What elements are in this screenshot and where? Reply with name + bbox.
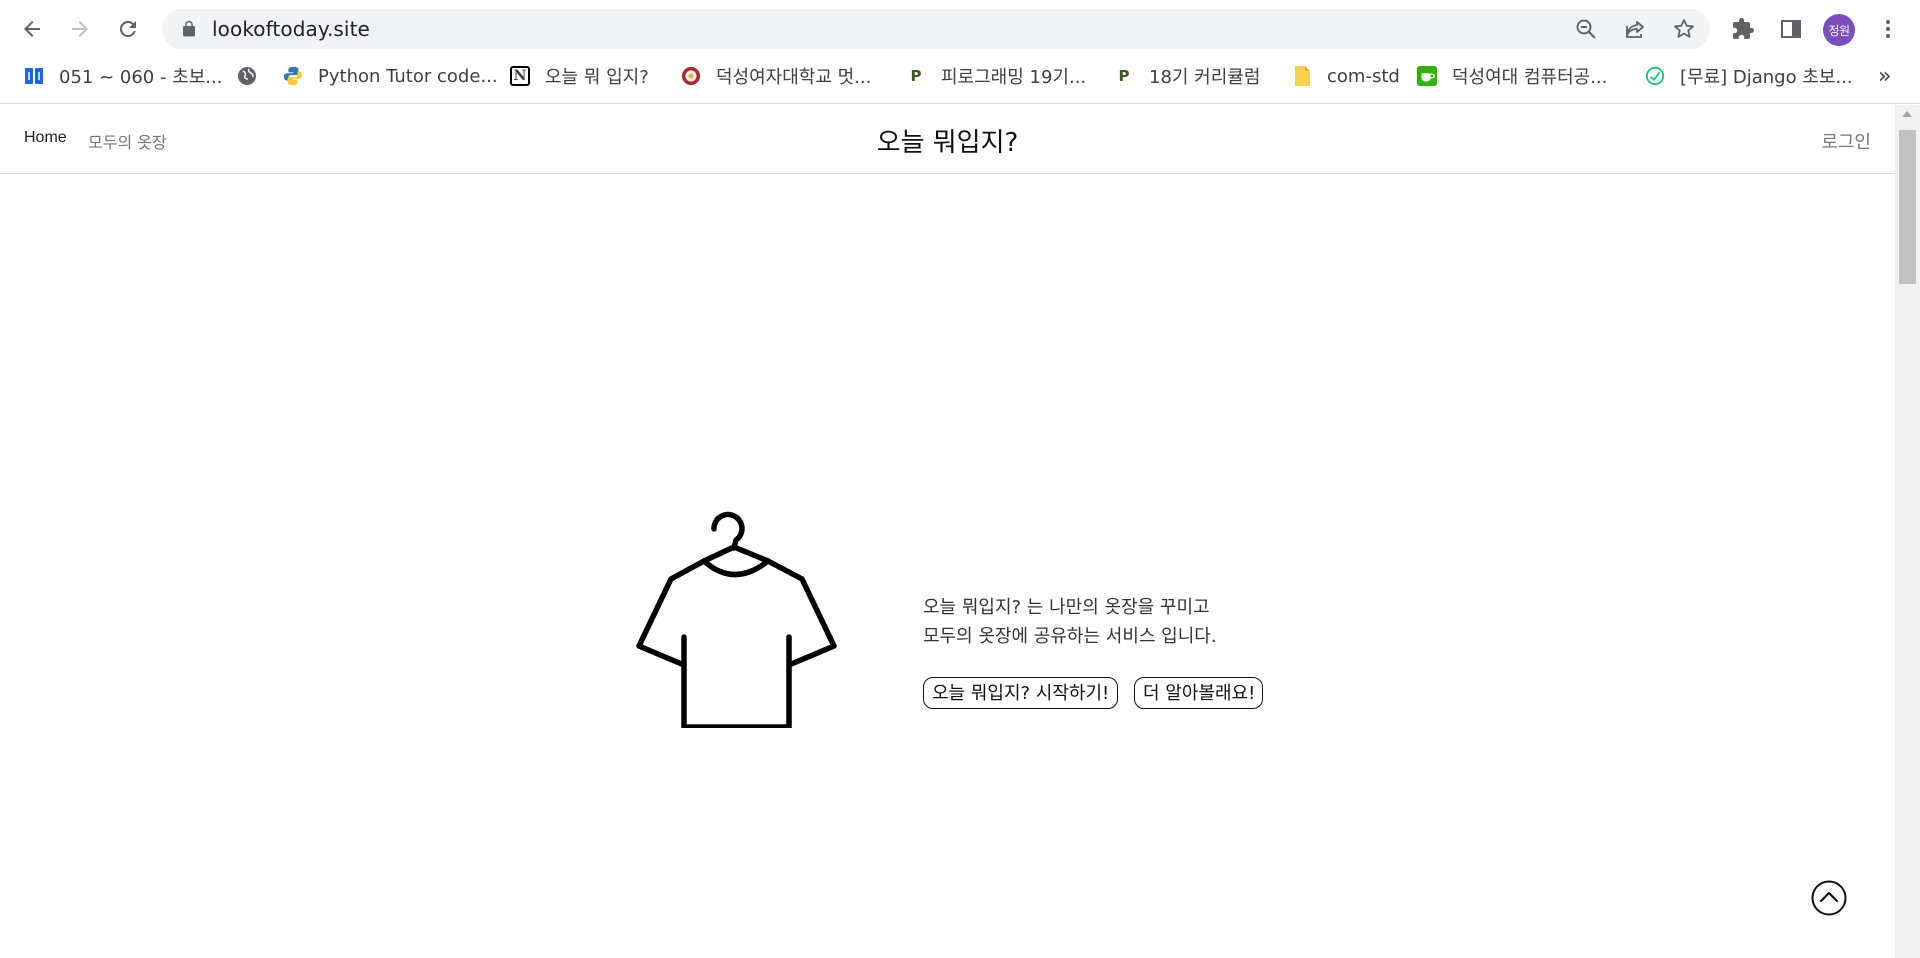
bookmark-label: [무료] Django 초보... [1680, 67, 1853, 88]
bookmarks-overflow-button[interactable]: » [1878, 64, 1891, 89]
bookmark-item[interactable]: 덕성여자대학교 멋... [681, 58, 871, 94]
scroll-to-top-icon[interactable] [1811, 880, 1847, 916]
back-button[interactable] [12, 9, 52, 49]
address-bar[interactable]: lookoftoday.site [162, 9, 1710, 49]
reload-icon [119, 20, 136, 37]
notion-icon: N [510, 66, 530, 86]
profile-avatar[interactable]: 정원 [1823, 14, 1855, 46]
velog-icon [24, 66, 44, 86]
page-scrollbar[interactable] [1895, 105, 1920, 958]
bookmark-item[interactable] [237, 58, 257, 94]
bookmark-label: 18기 커리큘럼 [1149, 67, 1261, 88]
star-icon[interactable] [1672, 17, 1696, 41]
site-title[interactable]: 오늘 뭐입지? [0, 122, 1895, 159]
likelion-icon [681, 66, 701, 86]
scrollbar-thumb[interactable] [1899, 130, 1916, 284]
python-icon [283, 66, 303, 86]
globe-icon [237, 66, 257, 86]
bookmark-item[interactable]: 덕성여대 컴퓨터공... [1417, 58, 1607, 94]
bookmark-item[interactable]: N 오늘 뭐 입지? [510, 58, 649, 94]
bookmark-label: Python Tutor code... [318, 65, 498, 87]
start-button[interactable]: 오늘 뭐입지? 시작하기! [923, 677, 1118, 709]
folder-icon [1292, 66, 1312, 86]
site-header: Home 모두의 옷장 오늘 뭐입지? 로그인 [0, 105, 1895, 174]
hero-description-line: 모두의 옷장에 공유하는 서비스 입니다. [923, 626, 1217, 647]
bookmark-label: com-std [1327, 65, 1400, 87]
pirogramming-icon: P [910, 67, 922, 85]
hero-description-line: 오늘 뭐입지? 는 나만의 옷장을 꾸미고 [923, 597, 1210, 618]
bookmark-item[interactable]: 051 ~ 060 - 초보... [24, 58, 222, 94]
web-page: Home 모두의 옷장 오늘 뭐입지? 로그인 오늘 뭐입지? 는 나만의 옷장… [0, 105, 1895, 958]
scroll-up-arrow-icon[interactable] [1902, 111, 1912, 117]
bookmark-item[interactable]: [무료] Django 초보... [1645, 58, 1853, 94]
bookmark-label: 피로그래밍 19기... [941, 67, 1087, 88]
login-link[interactable]: 로그인 [1821, 128, 1871, 154]
arrow-left-icon [24, 21, 40, 37]
bookmark-label: 덕성여자대학교 멋... [716, 67, 872, 88]
bookmark-label: 051 ~ 060 - 초보... [59, 67, 223, 88]
bookmark-item[interactable]: Python Tutor code... [283, 58, 498, 94]
bookmarks-bar: 051 ~ 060 - 초보... Python Tutor code... N… [0, 58, 1920, 104]
browser-toolbar: lookoftoday.site 정원 [0, 0, 1920, 58]
pirogramming-icon: P [1118, 67, 1130, 85]
extensions-icon[interactable] [1731, 17, 1755, 41]
lock-icon [183, 20, 195, 37]
share-icon[interactable] [1623, 17, 1647, 41]
bookmark-item[interactable]: com-std [1292, 58, 1400, 94]
url-text[interactable]: lookoftoday.site [212, 9, 370, 49]
cafe-icon [1417, 66, 1437, 86]
more-vert-icon[interactable] [1876, 17, 1900, 41]
hero-description: 오늘 뭐입지? 는 나만의 옷장을 꾸미고 모두의 옷장에 공유하는 서비스 입… [923, 593, 1217, 651]
reload-button[interactable] [108, 9, 148, 49]
zoom-out-icon[interactable] [1574, 17, 1598, 41]
inflearn-icon [1645, 66, 1665, 86]
learn-more-button[interactable]: 더 알아볼래요! [1134, 677, 1263, 709]
bookmark-item[interactable]: P 피로그래밍 19기... [906, 58, 1087, 94]
arrow-right-icon [72, 21, 88, 37]
side-panel-icon[interactable] [1779, 17, 1803, 41]
forward-button[interactable] [60, 9, 100, 49]
bookmark-item[interactable]: P 18기 커리큘럼 [1114, 58, 1261, 94]
bookmark-label: 덕성여대 컴퓨터공... [1452, 67, 1608, 88]
bookmark-label: 오늘 뭐 입지? [545, 67, 649, 88]
tshirt-hanger-icon [636, 511, 837, 728]
